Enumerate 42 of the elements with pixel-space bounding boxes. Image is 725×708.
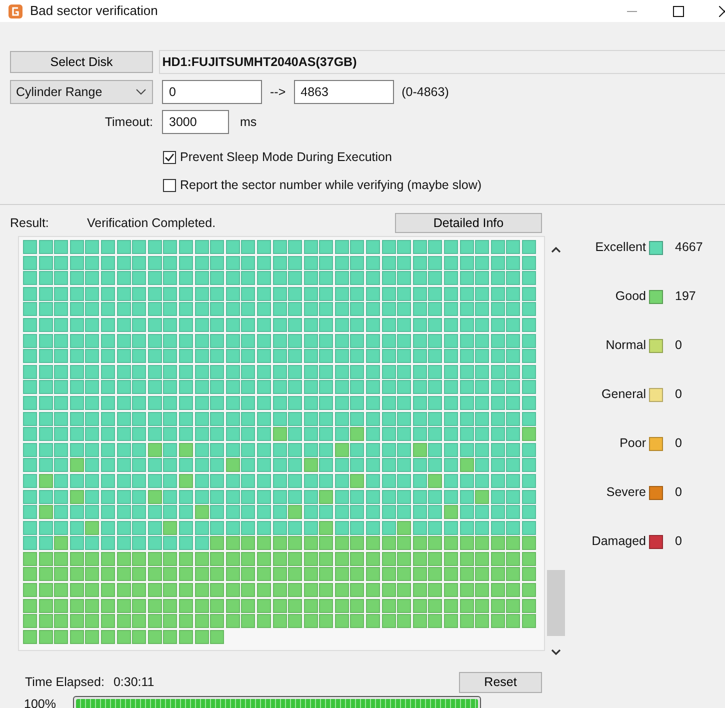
- range-end-field[interactable]: 4863: [294, 80, 394, 104]
- scrollbar-thumb[interactable]: [547, 570, 565, 636]
- range-hint: (0-4863): [402, 84, 449, 101]
- legend-count: 4667: [675, 239, 703, 256]
- legend-label: General: [600, 386, 646, 404]
- legend-label: Excellent: [594, 239, 646, 256]
- legend-label: Severe: [605, 484, 646, 502]
- app-icon: [8, 4, 23, 18]
- timeout-field[interactable]: 3000: [162, 110, 229, 134]
- time-elapsed-label: Time Elapsed:: [25, 674, 104, 692]
- legend-count: 0: [675, 386, 682, 404]
- legend-count: 0: [675, 484, 682, 502]
- select-disk-button[interactable]: Select Disk: [10, 51, 153, 73]
- checkbox-label: Prevent Sleep Mode During Execution: [180, 148, 392, 166]
- chevron-icon: [136, 89, 146, 95]
- reset-button[interactable]: Reset: [459, 672, 542, 693]
- disk-name-field: HD1:FUJITSUMHT2040AS(37GB): [159, 50, 725, 74]
- checkbox[interactable]: [163, 150, 176, 164]
- checkbox-label: Report the sector number while verifying (maybe slow): [180, 176, 482, 194]
- window-title: Bad sector verification: [30, 2, 158, 20]
- range-arrow: -->: [270, 84, 286, 101]
- legend-label: Poor: [618, 435, 646, 452]
- timeout-label: Timeout:: [104, 114, 153, 131]
- result-label: Result:: [10, 214, 50, 232]
- legend-label: Normal: [604, 337, 646, 354]
- checkbox[interactable]: [163, 178, 176, 192]
- legend-label: Good: [614, 288, 646, 306]
- time-elapsed-value: 0:30:11: [113, 674, 154, 692]
- legend-count: 0: [675, 533, 682, 550]
- range-dropdown[interactable]: Cylinder Range: [10, 80, 153, 104]
- legend-label: Damaged: [590, 533, 646, 550]
- legend-count: 0: [675, 435, 682, 452]
- range-start-field[interactable]: 0: [162, 80, 262, 104]
- legend-count: 197: [675, 288, 696, 306]
- scroll-up-icon[interactable]: [551, 246, 561, 253]
- progress-percent: 100%: [24, 696, 57, 708]
- detailed-info-button[interactable]: Detailed Info: [395, 213, 542, 233]
- result-text: Verification Completed.: [87, 214, 217, 232]
- timeout-unit: ms: [240, 114, 257, 131]
- maximize-icon[interactable]: [672, 6, 684, 16]
- scroll-down-icon[interactable]: [551, 649, 561, 656]
- legend-count: 0: [675, 337, 682, 354]
